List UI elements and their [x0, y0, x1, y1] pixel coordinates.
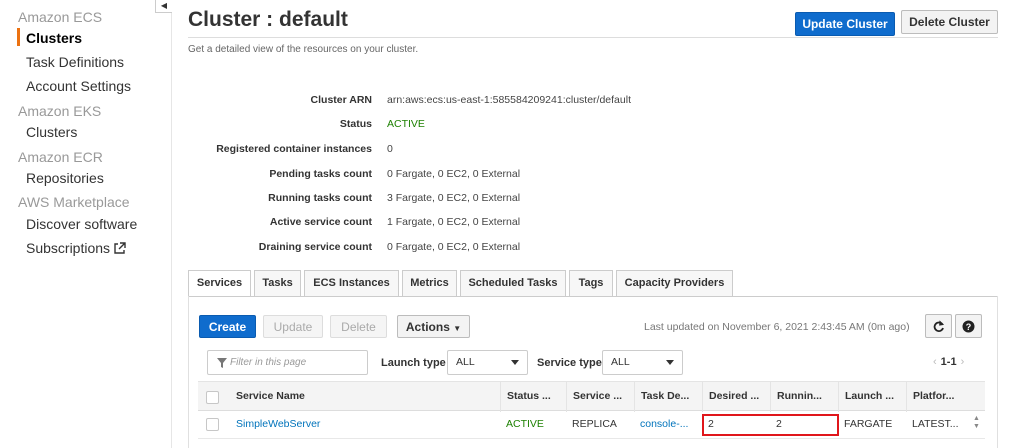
- detail-value-arn: arn:aws:ecs:us-east-1:585584209241:clust…: [387, 94, 631, 106]
- sidebar-item-label: Subscriptions: [26, 240, 111, 256]
- page-title: Cluster : default: [188, 8, 348, 31]
- service-type-value: ALL: [611, 356, 630, 368]
- delete-button[interactable]: Delete: [330, 315, 387, 338]
- tab-tasks[interactable]: Tasks: [254, 270, 301, 296]
- tab-ecs-instances[interactable]: ECS Instances: [304, 270, 399, 296]
- sidebar-item-repositories[interactable]: Repositories: [26, 170, 104, 186]
- detail-label-active-services: Active service count: [269, 216, 372, 228]
- filter-icon: [217, 358, 227, 368]
- caret-down-icon: [666, 360, 674, 365]
- detail-value-status: ACTIVE: [387, 118, 425, 130]
- detail-value-pending-tasks: 0 Fargate, 0 EC2, 0 External: [387, 168, 521, 180]
- update-cluster-button[interactable]: Update Cluster: [795, 12, 895, 36]
- page-subtitle: Get a detailed view of the resources on …: [188, 44, 419, 55]
- actions-label: Actions: [405, 319, 450, 334]
- delete-cluster-button[interactable]: Delete Cluster: [901, 10, 998, 34]
- page-range: 1-1: [940, 356, 957, 368]
- tab-capacity-providers[interactable]: Capacity Providers: [616, 270, 733, 296]
- detail-value-draining-services: 0 Fargate, 0 EC2, 0 External: [387, 241, 521, 253]
- detail-value-active-services: 1 Fargate, 0 EC2, 0 External: [387, 216, 521, 228]
- sidebar-item-task-definitions[interactable]: Task Definitions: [26, 54, 124, 70]
- header-divider: [188, 37, 998, 38]
- sidebar: ◀ Amazon ECS Clusters Task Definitions A…: [0, 0, 172, 448]
- sidebar-item-clusters[interactable]: Clusters: [26, 30, 82, 46]
- cell-service-type: REPLICA: [572, 418, 617, 430]
- collapse-sidebar-icon[interactable]: ◀: [155, 0, 172, 13]
- actions-dropdown[interactable]: Actions ▼: [397, 315, 470, 338]
- svg-text:?: ?: [966, 322, 972, 332]
- cell-launch-type: FARGATE: [844, 418, 893, 430]
- last-updated-text: Last updated on November 6, 2021 2:43:45…: [644, 321, 910, 333]
- scroll-arrows-icon[interactable]: ▲ ▼: [973, 415, 980, 431]
- filter-input[interactable]: Filter in this page: [207, 350, 368, 375]
- refresh-button[interactable]: [925, 314, 952, 338]
- column-header-task-definition[interactable]: Task De...: [634, 382, 702, 412]
- column-header-service-name[interactable]: Service Name: [230, 382, 498, 412]
- highlight-box: [702, 414, 839, 436]
- task-definition-link[interactable]: console-...: [634, 411, 702, 439]
- prev-page-icon[interactable]: ‹: [933, 356, 937, 368]
- detail-label-pending-tasks: Pending tasks count: [269, 168, 372, 180]
- caret-down-icon: [511, 360, 519, 365]
- sidebar-group-eks: Amazon EKS: [18, 103, 102, 119]
- detail-value-running-tasks: 3 Fargate, 0 EC2, 0 External: [387, 192, 521, 204]
- help-icon: ?: [962, 320, 975, 332]
- caret-down-icon: ▼: [453, 323, 462, 333]
- cell-platform-version: LATEST...: [912, 418, 959, 430]
- table-row[interactable]: SimpleWebServer ACTIVE REPLICA console-.…: [198, 411, 985, 439]
- detail-label-draining-services: Draining service count: [258, 241, 372, 253]
- sidebar-group-ecr: Amazon ECR: [18, 149, 103, 165]
- detail-label-status: Status: [339, 118, 372, 130]
- select-all-checkbox[interactable]: [206, 391, 219, 404]
- refresh-icon: [933, 319, 945, 332]
- detail-label-running-tasks: Running tasks count: [268, 192, 372, 204]
- table-header: Service Name Status ... Service ... Task…: [198, 381, 985, 412]
- sidebar-group-ecs: Amazon ECS: [18, 9, 103, 25]
- external-link-icon: [114, 242, 126, 254]
- active-indicator: [17, 28, 20, 46]
- column-header-platform-version[interactable]: Platfor...: [906, 382, 974, 412]
- launch-type-value: ALL: [456, 356, 475, 368]
- launch-type-label: Launch type: [381, 357, 446, 369]
- service-type-label: Service type: [537, 357, 602, 369]
- tab-services[interactable]: Services: [188, 270, 251, 297]
- launch-type-select[interactable]: ALL: [447, 350, 528, 375]
- detail-label-registered-instances: Registered container instances: [216, 143, 372, 155]
- cell-status: ACTIVE: [506, 418, 544, 430]
- tab-tags[interactable]: Tags: [569, 270, 613, 296]
- sidebar-item-account-settings[interactable]: Account Settings: [26, 78, 131, 94]
- detail-label-arn: Cluster ARN: [310, 94, 372, 106]
- sidebar-group-marketplace: AWS Marketplace: [18, 194, 130, 210]
- service-type-select[interactable]: ALL: [602, 350, 683, 375]
- filter-placeholder: Filter in this page: [230, 357, 307, 368]
- column-header-status[interactable]: Status ...: [500, 382, 566, 412]
- detail-value-registered-instances: 0: [387, 143, 393, 155]
- sidebar-item-discover-software[interactable]: Discover software: [26, 216, 137, 232]
- tab-scheduled-tasks[interactable]: Scheduled Tasks: [460, 270, 566, 296]
- column-header-launch-type[interactable]: Launch ...: [838, 382, 906, 412]
- column-header-service-type[interactable]: Service ...: [566, 382, 634, 412]
- service-name-link[interactable]: SimpleWebServer: [230, 411, 498, 439]
- sidebar-item-subscriptions[interactable]: Subscriptions: [26, 240, 126, 256]
- pagination: ‹ 1-1 ›: [933, 356, 964, 368]
- column-header-desired-tasks[interactable]: Desired ...: [702, 382, 770, 412]
- sidebar-item-eks-clusters[interactable]: Clusters: [26, 124, 77, 140]
- row-checkbox[interactable]: [206, 418, 219, 431]
- tab-metrics[interactable]: Metrics: [402, 270, 457, 296]
- column-header-running-tasks[interactable]: Runnin...: [770, 382, 838, 412]
- create-button[interactable]: Create: [199, 315, 256, 338]
- next-page-icon[interactable]: ›: [961, 356, 965, 368]
- update-button[interactable]: Update: [263, 315, 323, 338]
- help-button[interactable]: ?: [955, 314, 982, 338]
